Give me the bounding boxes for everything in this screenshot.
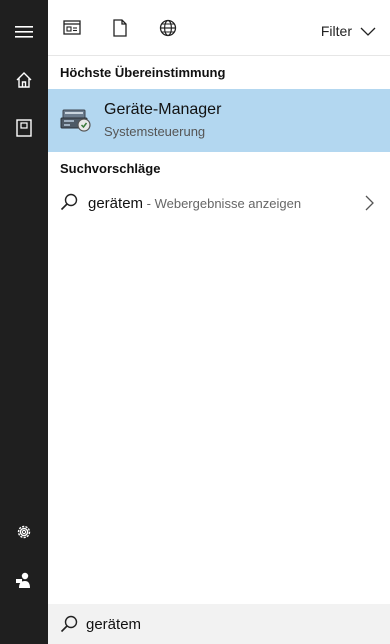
left-rail <box>0 0 48 644</box>
hamburger-menu-icon <box>15 26 33 38</box>
home-icon <box>16 72 32 88</box>
best-match-result[interactable]: Geräte-Manager Systemsteuerung <box>48 89 390 152</box>
search-input[interactable] <box>86 612 366 636</box>
suggestions-heading: Suchvorschläge <box>60 161 161 176</box>
apps-window-icon <box>63 20 81 35</box>
feedback-person-icon <box>16 572 30 588</box>
suggestion-query: gerätem <box>88 195 144 212</box>
best-match-subtitle: Systemsteuerung <box>104 124 206 139</box>
scope-apps-button[interactable] <box>60 16 84 40</box>
hamburger-menu-button[interactable] <box>0 8 48 56</box>
search-icon <box>60 193 78 211</box>
gear-icon <box>17 525 31 539</box>
filter-dropdown[interactable]: Filter <box>321 22 376 40</box>
search-panel: Filter Höchste Übereinstimmung Geräte-Ma… <box>48 0 390 644</box>
filter-label: Filter <box>320 23 352 39</box>
search-box[interactable] <box>48 604 390 644</box>
device-manager-icon <box>60 109 91 132</box>
scope-web-button[interactable] <box>156 16 180 40</box>
notebook-button[interactable] <box>0 104 48 152</box>
feedback-button[interactable] <box>0 556 48 604</box>
suggestion-item[interactable]: gerätem - Webergebnisse anzeigen <box>48 184 390 222</box>
home-button[interactable] <box>0 56 48 104</box>
settings-button[interactable] <box>0 508 48 556</box>
best-match-title: Geräte-Manager <box>104 101 222 118</box>
document-icon <box>113 19 127 37</box>
suggestion-hint: - Webergebnisse anzeigen <box>143 196 302 211</box>
chevron-right-icon[interactable] <box>365 195 374 211</box>
scope-documents-button[interactable] <box>108 16 132 40</box>
notebook-icon <box>16 119 32 137</box>
search-icon <box>60 615 78 633</box>
best-match-heading: Höchste Übereinstimmung <box>60 65 226 80</box>
suggestion-text: gerätem - Webergebnisse anzeigen <box>88 195 301 212</box>
scope-toolbar: Filter <box>48 0 390 56</box>
chevron-down-icon <box>360 27 376 36</box>
globe-icon <box>159 19 177 37</box>
